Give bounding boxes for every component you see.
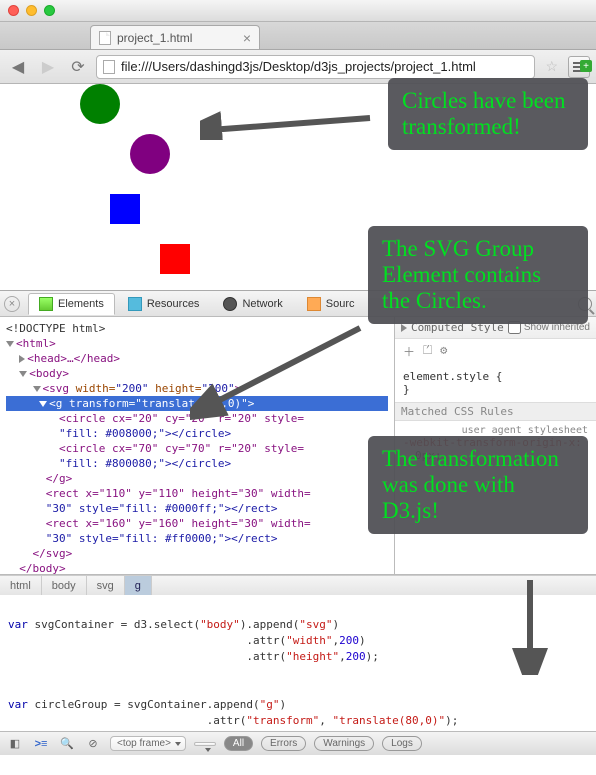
crumb-body[interactable]: body <box>42 576 87 595</box>
clear-button[interactable]: ⊘ <box>84 735 102 753</box>
browser-tab[interactable]: project_1.html × <box>90 25 260 49</box>
tab-close-icon[interactable]: × <box>243 30 251 46</box>
console-toggle[interactable]: >≡ <box>32 735 50 753</box>
window-titlebar <box>0 0 596 22</box>
rect-blue <box>110 194 140 224</box>
annotation-arrow-1 <box>200 100 380 140</box>
bookmark-icon[interactable]: ☆ <box>545 58 558 75</box>
element-style-rule[interactable]: element.style { <box>403 370 588 383</box>
rect-red <box>160 244 190 274</box>
dom-body[interactable]: <body> <box>29 367 69 380</box>
matched-rules-header: Matched CSS Rules <box>395 402 596 421</box>
dom-rect1[interactable]: <rect x="110" y="110" height="30" width= <box>46 487 311 500</box>
back-button[interactable]: ◀ <box>6 55 30 79</box>
resources-label: Resources <box>147 298 200 310</box>
browser-tabstrip: project_1.html × <box>0 22 596 50</box>
minimize-window-button[interactable] <box>26 5 37 16</box>
dom-circle2[interactable]: <circle cx="70" cy="70" r="20" style= <box>59 442 304 455</box>
annotation-arrow-2 <box>190 320 370 420</box>
reload-button[interactable]: ⟳ <box>66 55 90 79</box>
devtools-statusbar: ◧ >≡ 🔍 ⊘ <top frame> All Errors Warnings… <box>0 731 596 755</box>
network-tab[interactable]: Network <box>212 293 293 315</box>
annotation-2: The SVG Group Element contains the Circl… <box>368 226 588 324</box>
sources-icon <box>307 297 321 311</box>
filter-all[interactable]: All <box>224 736 253 751</box>
styles-toolbar: ＋ ⏍ ⚙ <box>395 339 596 364</box>
circle-purple <box>130 134 170 174</box>
frame-selector-2[interactable] <box>194 742 216 746</box>
crumb-g[interactable]: g <box>125 576 152 595</box>
dom-doctype: <!DOCTYPE html> <box>6 322 105 335</box>
rendered-svg <box>0 84 200 284</box>
filter-errors[interactable]: Errors <box>261 736 306 751</box>
network-icon <box>223 297 237 311</box>
crumb-html[interactable]: html <box>0 576 42 595</box>
elements-tab[interactable]: Elements <box>28 293 115 315</box>
sources-tab[interactable]: Sourc <box>296 293 366 315</box>
extension-badge[interactable]: + <box>580 60 592 72</box>
tab-title: project_1.html <box>117 31 192 45</box>
inspect-button[interactable]: 🔍 <box>58 735 76 753</box>
frame-selector[interactable]: <top frame> <box>110 736 186 751</box>
devtools-close-button[interactable]: × <box>4 296 20 312</box>
resources-icon <box>128 297 142 311</box>
page-icon <box>103 60 115 74</box>
dom-rect2[interactable]: <rect x="160" y="160" height="30" width= <box>46 517 311 530</box>
dom-html[interactable]: <html> <box>16 337 56 350</box>
settings-icon[interactable]: ⚙ <box>440 343 447 360</box>
crumb-svg[interactable]: svg <box>87 576 125 595</box>
network-label: Network <box>242 298 282 310</box>
dom-head[interactable]: <head>…</head> <box>27 352 120 365</box>
filter-warnings[interactable]: Warnings <box>314 736 374 751</box>
zoom-window-button[interactable] <box>44 5 55 16</box>
forward-button[interactable]: ▶ <box>36 55 60 79</box>
file-icon <box>99 31 111 45</box>
toggle-state-icon[interactable]: ⏍ <box>423 343 432 360</box>
ua-stylesheet-label: user agent stylesheet <box>403 425 588 436</box>
address-bar[interactable]: file:///Users/dashingd3js/Desktop/d3js_p… <box>96 55 535 79</box>
close-window-button[interactable] <box>8 5 19 16</box>
circle-green <box>80 84 120 124</box>
annotation-3: The transformation was done with D3.js! <box>368 436 588 534</box>
svg-group <box>80 84 170 174</box>
sources-label: Sourc <box>326 298 355 310</box>
elements-label: Elements <box>58 298 104 310</box>
new-rule-icon[interactable]: ＋ <box>403 343 415 360</box>
elements-icon <box>39 297 53 311</box>
resources-tab[interactable]: Resources <box>117 293 211 315</box>
annotation-1: Circles have been transformed! <box>388 78 588 150</box>
dock-button[interactable]: ◧ <box>6 735 24 753</box>
filter-logs[interactable]: Logs <box>382 736 422 751</box>
annotation-arrow-3 <box>500 575 560 675</box>
url-text: file:///Users/dashingd3js/Desktop/d3js_p… <box>121 59 476 74</box>
